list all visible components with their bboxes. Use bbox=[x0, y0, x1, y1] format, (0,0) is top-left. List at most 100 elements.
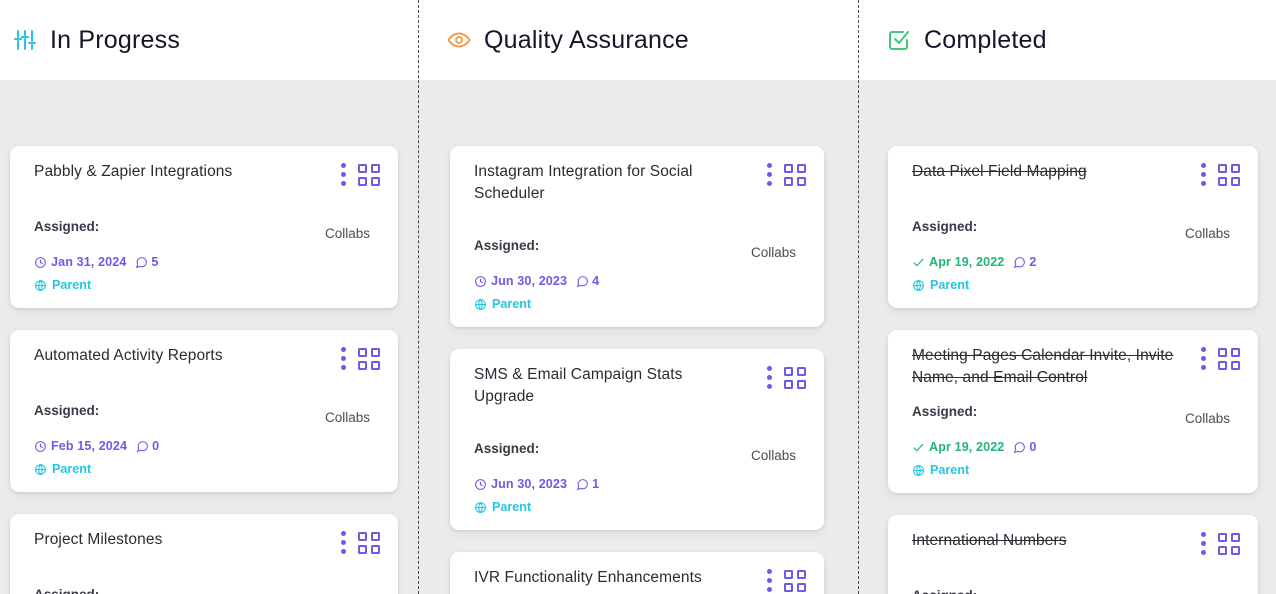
card-title: Automated Activity Reports bbox=[34, 347, 223, 364]
collabs-label: Collabs bbox=[324, 226, 370, 241]
column-body-in-progress[interactable]: Pabbly & Zapier Integrations Assigned: C… bbox=[0, 80, 418, 594]
assigned-label: Assigned: bbox=[912, 404, 978, 419]
board-column-quality-assurance: Quality Assurance Instagram Integration … bbox=[418, 0, 858, 594]
parent-label: Parent bbox=[52, 278, 92, 292]
more-vertical-icon[interactable] bbox=[1201, 163, 1206, 186]
column-header-in-progress: In Progress bbox=[0, 0, 418, 80]
grid-icon[interactable] bbox=[1218, 347, 1240, 370]
task-card[interactable]: Project Milestones Assigned: Collabs bbox=[10, 514, 398, 594]
more-vertical-icon[interactable] bbox=[767, 366, 772, 389]
task-card[interactable]: Automated Activity Reports Assigned: Col… bbox=[10, 330, 398, 492]
task-card[interactable]: Instagram Integration for Social Schedul… bbox=[450, 146, 824, 327]
check-square-icon bbox=[886, 27, 912, 53]
assigned-label: Assigned: bbox=[912, 219, 978, 234]
check-icon bbox=[912, 256, 925, 269]
grid-icon[interactable] bbox=[784, 163, 806, 186]
assigned-row: Assigned: Collabs bbox=[34, 396, 380, 425]
card-header: SMS & Email Campaign Stats Upgrade bbox=[474, 364, 806, 408]
more-vertical-icon[interactable] bbox=[767, 569, 772, 592]
more-vertical-icon[interactable] bbox=[341, 163, 346, 186]
collabs-label: Collabs bbox=[1184, 411, 1230, 426]
sliders-icon bbox=[12, 27, 38, 53]
card-header: Instagram Integration for Social Schedul… bbox=[474, 161, 806, 205]
column-header-completed: Completed bbox=[858, 0, 1276, 80]
comment-icon bbox=[135, 256, 148, 269]
card-title: SMS & Email Campaign Stats Upgrade bbox=[474, 366, 683, 405]
column-title: In Progress bbox=[50, 25, 181, 54]
card-header: Meeting Pages Calendar Invite, Invite Na… bbox=[912, 345, 1240, 389]
task-card[interactable]: Data Pixel Field Mapping Assigned: Colla… bbox=[888, 146, 1258, 308]
card-meta-row: Apr 19, 2022 0 bbox=[912, 440, 1240, 454]
grid-icon[interactable] bbox=[784, 569, 806, 592]
parent-row[interactable]: Parent bbox=[474, 297, 806, 311]
comment-group: 1 bbox=[576, 477, 599, 491]
comment-count: 0 bbox=[1029, 440, 1037, 454]
card-meta-row: Jun 30, 2023 4 bbox=[474, 274, 806, 288]
card-title: Project Milestones bbox=[34, 531, 163, 548]
more-vertical-icon[interactable] bbox=[341, 347, 346, 370]
assigned-label: Assigned: bbox=[474, 238, 540, 253]
globe-icon bbox=[912, 279, 925, 292]
check-icon bbox=[912, 441, 925, 454]
card-header: International Numbers bbox=[912, 530, 1240, 555]
column-body-quality-assurance[interactable]: Instagram Integration for Social Schedul… bbox=[418, 80, 858, 594]
comment-icon bbox=[576, 275, 589, 288]
parent-label: Parent bbox=[492, 297, 532, 311]
board-column-in-progress: In Progress Pabbly & Zapier Integrations… bbox=[0, 0, 418, 594]
more-vertical-icon[interactable] bbox=[1201, 532, 1206, 555]
grid-icon[interactable] bbox=[1218, 532, 1240, 555]
task-card[interactable]: IVR Functionality Enhancements Assigned:… bbox=[450, 552, 824, 594]
completed-date: Apr 19, 2022 bbox=[929, 440, 1005, 454]
more-vertical-icon[interactable] bbox=[767, 163, 772, 186]
column-title: Completed bbox=[924, 25, 1047, 54]
card-actions bbox=[767, 364, 806, 389]
clock-icon bbox=[474, 478, 487, 491]
assigned-row: Assigned: Collabs bbox=[474, 231, 806, 260]
grid-icon[interactable] bbox=[1218, 163, 1240, 186]
card-meta-row: Apr 19, 2022 2 bbox=[912, 255, 1240, 269]
grid-icon[interactable] bbox=[358, 163, 380, 186]
card-actions bbox=[1201, 345, 1240, 370]
eye-icon bbox=[446, 27, 472, 53]
task-card[interactable]: SMS & Email Campaign Stats Upgrade Assig… bbox=[450, 349, 824, 530]
assigned-label: Assigned: bbox=[912, 588, 977, 594]
due-date: Feb 15, 2024 bbox=[51, 439, 128, 453]
task-card[interactable]: International Numbers Assigned: Collabs bbox=[888, 515, 1258, 594]
globe-icon bbox=[912, 464, 925, 477]
collabs-label: Collabs bbox=[750, 448, 796, 463]
assigned-row: Assigned: Collabs bbox=[34, 580, 380, 594]
grid-icon[interactable] bbox=[784, 366, 806, 389]
assigned-label: Assigned: bbox=[34, 587, 99, 594]
grid-icon[interactable] bbox=[358, 347, 380, 370]
column-body-completed[interactable]: Data Pixel Field Mapping Assigned: Colla… bbox=[858, 80, 1276, 594]
task-card[interactable]: Pabbly & Zapier Integrations Assigned: C… bbox=[10, 146, 398, 308]
comment-count: 4 bbox=[592, 274, 600, 288]
card-title: Instagram Integration for Social Schedul… bbox=[474, 163, 693, 202]
assigned-row: Assigned: Collabs bbox=[912, 581, 1240, 594]
card-meta-row: Feb 15, 2024 0 bbox=[34, 439, 380, 453]
parent-row[interactable]: Parent bbox=[912, 278, 1240, 292]
task-card[interactable]: Meeting Pages Calendar Invite, Invite Na… bbox=[888, 330, 1258, 493]
completed-date: Apr 19, 2022 bbox=[929, 255, 1005, 269]
kanban-board: In Progress Pabbly & Zapier Integrations… bbox=[0, 0, 1276, 594]
clock-icon bbox=[34, 440, 47, 453]
comment-icon bbox=[576, 478, 589, 491]
assigned-label: Assigned: bbox=[34, 403, 100, 418]
grid-icon[interactable] bbox=[358, 531, 380, 554]
more-vertical-icon[interactable] bbox=[1201, 347, 1206, 370]
parent-row[interactable]: Parent bbox=[474, 500, 806, 514]
assigned-row: Assigned: Collabs bbox=[912, 397, 1240, 426]
card-header: Data Pixel Field Mapping bbox=[912, 161, 1240, 186]
board-column-completed: Completed Data Pixel Field Mapping Assig… bbox=[858, 0, 1276, 594]
card-header: Automated Activity Reports bbox=[34, 345, 380, 370]
more-vertical-icon[interactable] bbox=[341, 531, 346, 554]
parent-row[interactable]: Parent bbox=[34, 462, 380, 476]
card-header: Pabbly & Zapier Integrations bbox=[34, 161, 380, 186]
column-title: Quality Assurance bbox=[484, 25, 689, 54]
parent-row[interactable]: Parent bbox=[912, 463, 1240, 477]
parent-label: Parent bbox=[492, 500, 532, 514]
assigned-row: Assigned: Collabs bbox=[34, 212, 380, 241]
parent-row[interactable]: Parent bbox=[34, 278, 380, 292]
comment-count: 1 bbox=[592, 477, 600, 491]
column-header-quality-assurance: Quality Assurance bbox=[418, 0, 858, 80]
